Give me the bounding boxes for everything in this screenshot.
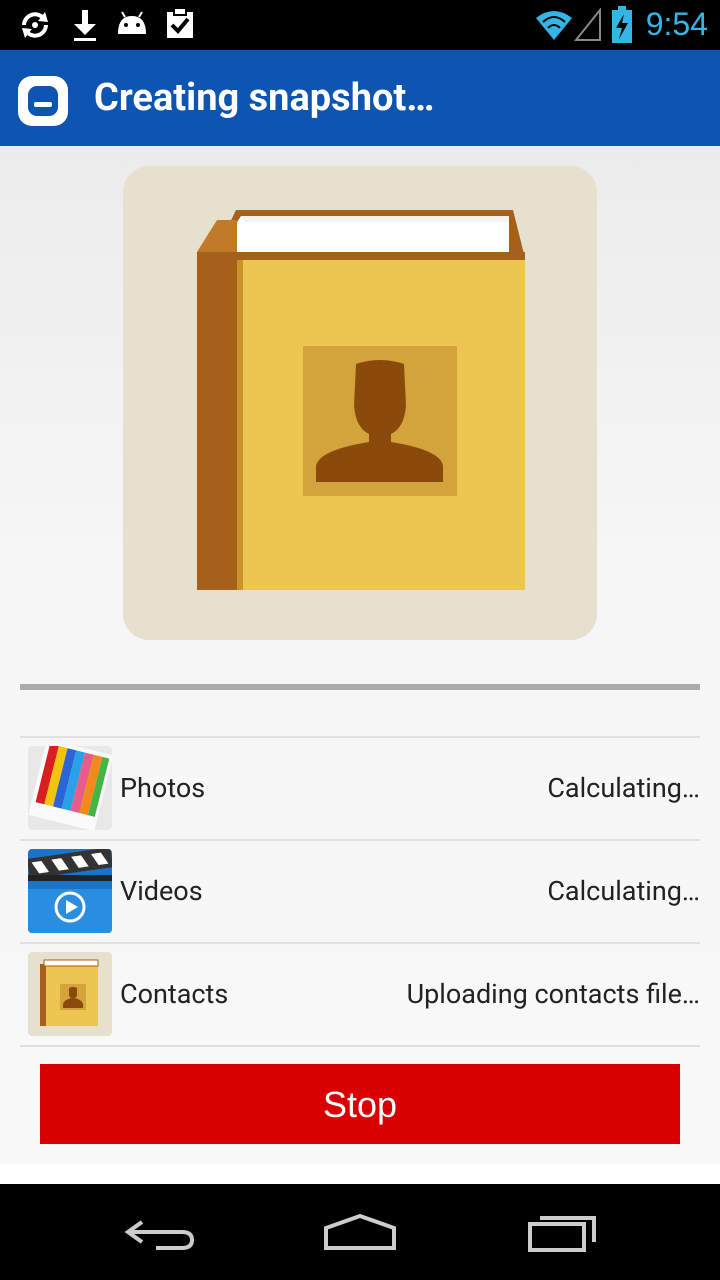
list-item-videos: Videos Calculating… bbox=[20, 839, 700, 942]
sync-icon bbox=[22, 12, 48, 38]
snapshot-items-list: Photos Calculating… Videos Calculating… … bbox=[20, 736, 700, 1047]
contacts-icon bbox=[28, 952, 112, 1036]
wifi-icon bbox=[536, 11, 572, 40]
stop-button[interactable]: Stop bbox=[40, 1064, 680, 1144]
battery-charging-icon bbox=[612, 6, 632, 43]
clock: 9:54 bbox=[645, 6, 708, 42]
signal-icon bbox=[574, 8, 601, 41]
main-content: Photos Calculating… Videos Calculating… … bbox=[0, 146, 720, 1184]
list-item-contacts: Contacts Uploading contacts file… bbox=[20, 942, 700, 1047]
app-logo-icon[interactable] bbox=[16, 74, 70, 128]
status-bar: 9:54 bbox=[0, 0, 720, 50]
download-icon bbox=[74, 10, 96, 41]
photos-icon bbox=[28, 746, 112, 830]
bottom-spacer bbox=[0, 1164, 720, 1184]
page-title: Creating snapshot… bbox=[94, 76, 435, 120]
back-icon[interactable] bbox=[112, 1208, 208, 1256]
item-label: Contacts bbox=[120, 978, 229, 1010]
item-label: Videos bbox=[120, 875, 203, 907]
item-status: Uploading contacts file… bbox=[406, 978, 700, 1010]
android-icon bbox=[118, 11, 146, 34]
navigation-bar bbox=[0, 1184, 720, 1280]
list-item-photos: Photos Calculating… bbox=[20, 736, 700, 839]
recents-icon[interactable] bbox=[512, 1208, 608, 1256]
progress-bar bbox=[20, 684, 700, 690]
videos-icon bbox=[28, 849, 112, 933]
contacts-book-icon bbox=[197, 210, 525, 590]
hero-card bbox=[123, 166, 597, 640]
item-status: Calculating… bbox=[547, 875, 700, 907]
home-icon[interactable] bbox=[312, 1208, 408, 1256]
item-label: Photos bbox=[120, 772, 206, 804]
item-status: Calculating… bbox=[547, 772, 700, 804]
clipboard-check-icon bbox=[167, 7, 193, 38]
action-bar: Creating snapshot… bbox=[0, 50, 720, 146]
